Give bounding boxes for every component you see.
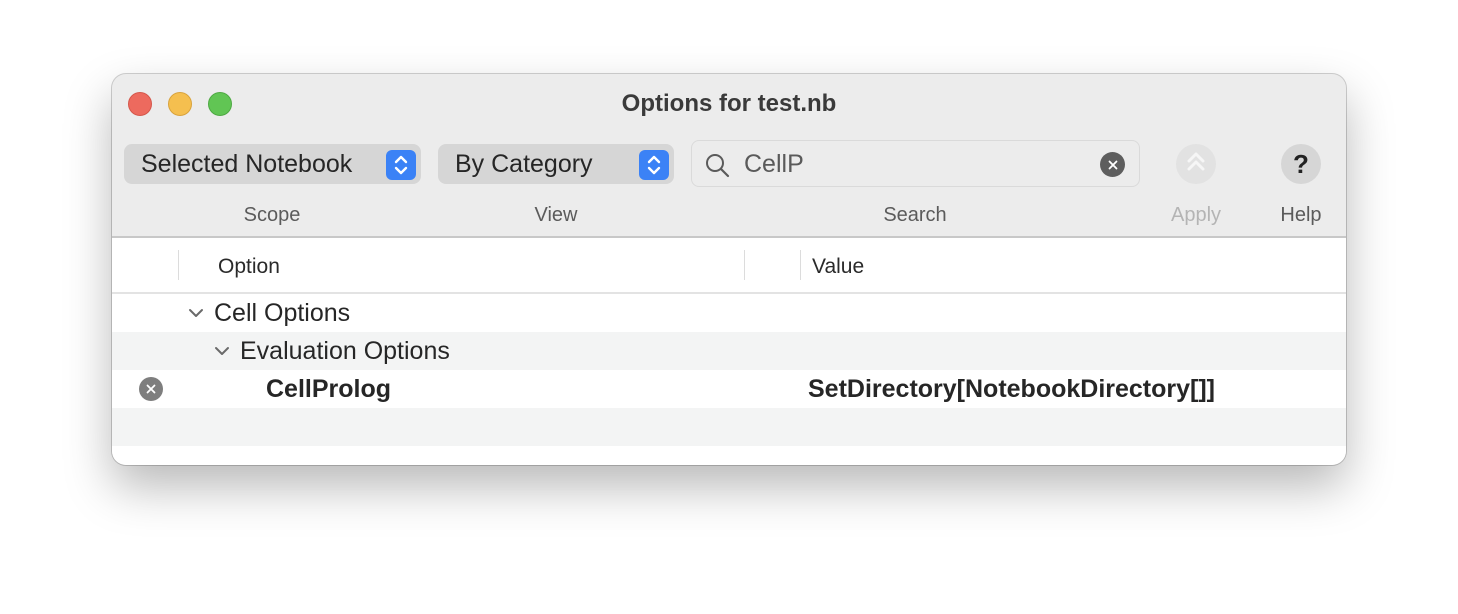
apply-label: Apply	[1170, 204, 1222, 226]
column-separator[interactable]	[744, 250, 745, 280]
up-down-chevron-icon	[386, 150, 416, 180]
double-chevron-up-icon	[1185, 150, 1207, 179]
table-row-evaluation-options[interactable]: Evaluation Options	[112, 332, 1346, 370]
search-icon	[704, 152, 730, 183]
option-name: Evaluation Options	[240, 337, 450, 365]
table-row-empty	[112, 408, 1346, 446]
option-value[interactable]: SetDirectory[NotebookDirectory[]]	[808, 375, 1215, 404]
view-popup-value: By Category	[455, 149, 593, 178]
view-popup[interactable]: By Category	[438, 144, 674, 184]
search-label: Search	[883, 204, 947, 226]
remove-setting-icon[interactable]	[139, 377, 163, 401]
column-header-option[interactable]: Option	[218, 255, 280, 279]
column-header-value[interactable]: Value	[812, 255, 864, 279]
clear-search-icon[interactable]	[1100, 152, 1125, 177]
column-separator[interactable]	[178, 250, 179, 280]
question-mark-icon: ?	[1293, 148, 1309, 179]
apply-button[interactable]	[1176, 144, 1216, 184]
table-row-cellprolog[interactable]: CellProlog SetDirectory[NotebookDirector…	[112, 370, 1346, 408]
options-window: Options for test.nb Selected Notebook By…	[112, 74, 1346, 465]
chevron-down-icon[interactable]	[214, 344, 230, 362]
search-field[interactable]	[691, 140, 1140, 187]
window-title: Options for test.nb	[621, 90, 837, 117]
view-label: View	[534, 204, 578, 226]
options-table: Option Value Cell Options Evaluation Opt…	[112, 238, 1346, 465]
help-button[interactable]: ?	[1281, 144, 1321, 184]
table-header: Option Value	[112, 238, 1346, 294]
search-input[interactable]	[744, 147, 1084, 181]
scope-popup[interactable]: Selected Notebook	[124, 144, 421, 184]
option-name: Cell Options	[214, 299, 351, 327]
help-label: Help	[1280, 204, 1322, 226]
table-row-cell-options[interactable]: Cell Options	[112, 294, 1346, 332]
scope-popup-value: Selected Notebook	[141, 149, 353, 178]
option-name: CellProlog	[266, 375, 392, 403]
chevron-down-icon[interactable]	[188, 306, 204, 324]
up-down-chevron-icon	[639, 150, 669, 180]
column-separator[interactable]	[800, 250, 801, 280]
scope-label: Scope	[243, 204, 301, 226]
